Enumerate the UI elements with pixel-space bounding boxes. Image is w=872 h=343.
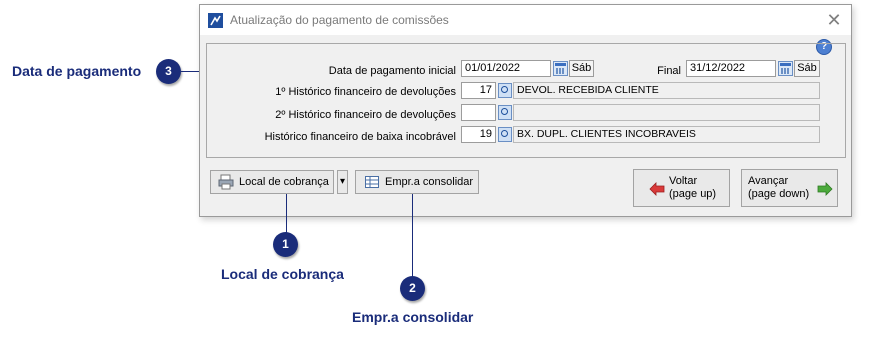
title-bar: Atualização do pagamento de comissões ✕: [200, 5, 851, 35]
date-start-input[interactable]: 01/01/2022: [461, 60, 551, 77]
annotation-badge-1: 1: [273, 232, 298, 257]
arrow-left-icon: [649, 182, 665, 196]
local-cobranca-button[interactable]: Local de cobrança: [210, 170, 334, 194]
hist2-code-input[interactable]: [461, 104, 496, 121]
arrow-right-icon: [817, 182, 833, 196]
voltar-button[interactable]: Voltar (page up): [633, 169, 730, 207]
annotation-label-empr-consolidar: Empr.a consolidar: [352, 309, 474, 325]
local-cobranca-label: Local de cobrança: [239, 176, 329, 188]
annotation-label-data-pagamento: Data de pagamento: [12, 63, 142, 79]
annotation-badge-2: 2: [400, 276, 425, 301]
date-start-label: Data de pagamento inicial: [328, 65, 456, 77]
local-cobranca-dropdown[interactable]: ▾: [337, 170, 348, 194]
window-title: Atualização do pagamento de comissões: [230, 13, 449, 27]
search-icon-hist1[interactable]: [498, 83, 512, 98]
date-end-input[interactable]: 31/12/2022: [686, 60, 776, 77]
table-icon: [365, 176, 379, 188]
dialog-window: Atualização do pagamento de comissões ✕ …: [199, 4, 852, 217]
calendar-icon-start[interactable]: [553, 61, 568, 76]
calendar-icon-end[interactable]: [778, 61, 793, 76]
close-icon[interactable]: ✕: [824, 10, 844, 30]
empr-consolidar-button[interactable]: Empr.a consolidar: [355, 170, 479, 194]
avancar-sublabel: (page down): [748, 188, 810, 200]
empr-consolidar-label: Empr.a consolidar: [385, 176, 474, 188]
avancar-label: Avançar: [748, 175, 789, 187]
hist1-code-input[interactable]: 17: [461, 82, 496, 99]
avancar-button[interactable]: Avançar (page down): [741, 169, 838, 207]
voltar-label: Voltar: [669, 175, 698, 187]
date-end-label: Final: [657, 65, 681, 77]
annotation-badge-3: 3: [156, 59, 181, 84]
voltar-sublabel: (page up): [669, 188, 717, 200]
annotation-line-2: [412, 194, 413, 277]
hist3-code-input[interactable]: 19: [461, 126, 496, 143]
annotation-label-local-cobranca: Local de cobrança: [221, 266, 344, 282]
hist1-description: DEVOL. RECEBIDA CLIENTE: [513, 82, 820, 99]
date-end-weekday: Sáb: [794, 60, 820, 77]
hist2-description: [513, 104, 820, 121]
hist2-label: 2º Histórico financeiro de devoluções: [275, 109, 456, 121]
hist3-label: Histórico financeiro de baixa incobrável: [264, 131, 456, 143]
search-icon-hist3[interactable]: [498, 127, 512, 142]
hist3-description: BX. DUPL. CLIENTES INCOBRAVEIS: [513, 126, 820, 143]
hist1-label: 1º Histórico financeiro de devoluções: [275, 86, 456, 98]
date-start-weekday: Sáb: [569, 60, 594, 77]
printer-icon: [218, 174, 234, 190]
annotation-line-1: [286, 194, 287, 233]
search-icon-hist2[interactable]: [498, 105, 512, 120]
app-icon: [208, 13, 223, 28]
